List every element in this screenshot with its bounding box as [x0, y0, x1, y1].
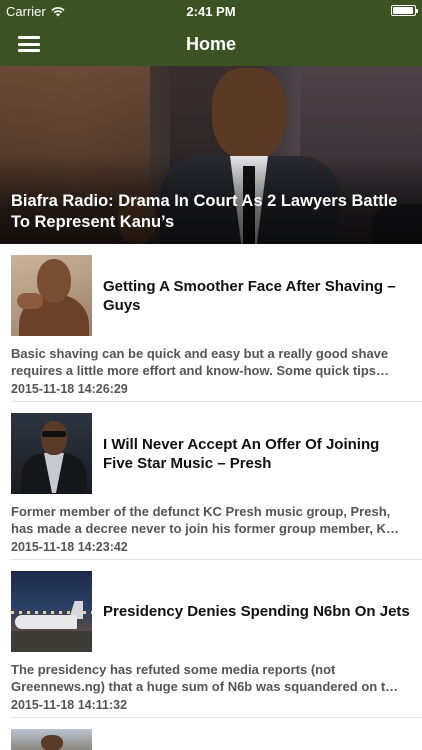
hero-image-main-person — [212, 68, 286, 160]
thumbnail-ground — [11, 631, 92, 652]
article-thumbnail — [11, 571, 92, 652]
thumbnail-glasses — [42, 431, 66, 437]
battery-icon — [391, 5, 418, 16]
article-thumbnail — [11, 255, 92, 336]
article-summary: Former member of the defunct KC Presh mu… — [11, 504, 399, 536]
article-title-text: Presidency Denies Spending N6bn On Jets — [103, 603, 410, 620]
article-thumbnail — [11, 729, 92, 750]
thumbnail-jet — [15, 615, 77, 629]
list-item[interactable]: I Will Never Accept An Offer Of Joining … — [0, 402, 422, 560]
article-title: Presidency Denies Spending N6bn On Jets — [103, 560, 412, 663]
list-item[interactable]: Getting A Smoother Face After Shaving – … — [0, 244, 422, 402]
status-time: 2:41 PM — [186, 4, 236, 19]
article-title-text: Getting A Smoother Face After Shaving – … — [103, 277, 396, 314]
article-summary: Basic shaving can be quick and easy but … — [11, 346, 390, 378]
article-date: 2015-11-18 14:26:29 — [11, 382, 128, 396]
thumbnail-face — [41, 421, 67, 455]
article-title: Getting A Smoother Face After Shaving – … — [103, 244, 412, 347]
page-title: Home — [185, 34, 236, 54]
article-summary: The presidency has refuted some media re… — [11, 662, 399, 694]
featured-article[interactable]: Biafra Radio: Drama In Court As 2 Lawyer… — [0, 66, 422, 244]
article-title: I Will Never Accept An Offer Of Joining … — [103, 402, 412, 505]
list-item[interactable] — [0, 718, 422, 750]
article-title-text: I Will Never Accept An Offer Of Joining … — [103, 435, 380, 472]
list-item[interactable]: Presidency Denies Spending N6bn On Jets … — [0, 560, 422, 718]
article-thumbnail — [11, 413, 92, 494]
article-date: 2015-11-18 14:11:32 — [11, 698, 128, 712]
status-bar: Carrier 2:41 PM — [0, 0, 422, 22]
article-date: 2015-11-18 14:23:42 — [11, 540, 128, 554]
battery-level — [393, 7, 413, 14]
thumbnail-face — [41, 735, 63, 750]
thumbnail-hands — [17, 293, 43, 309]
featured-article-title: Biafra Radio: Drama In Court As 2 Lawyer… — [11, 192, 398, 231]
status-right — [391, 5, 418, 16]
navigation-bar: Home — [0, 22, 422, 66]
